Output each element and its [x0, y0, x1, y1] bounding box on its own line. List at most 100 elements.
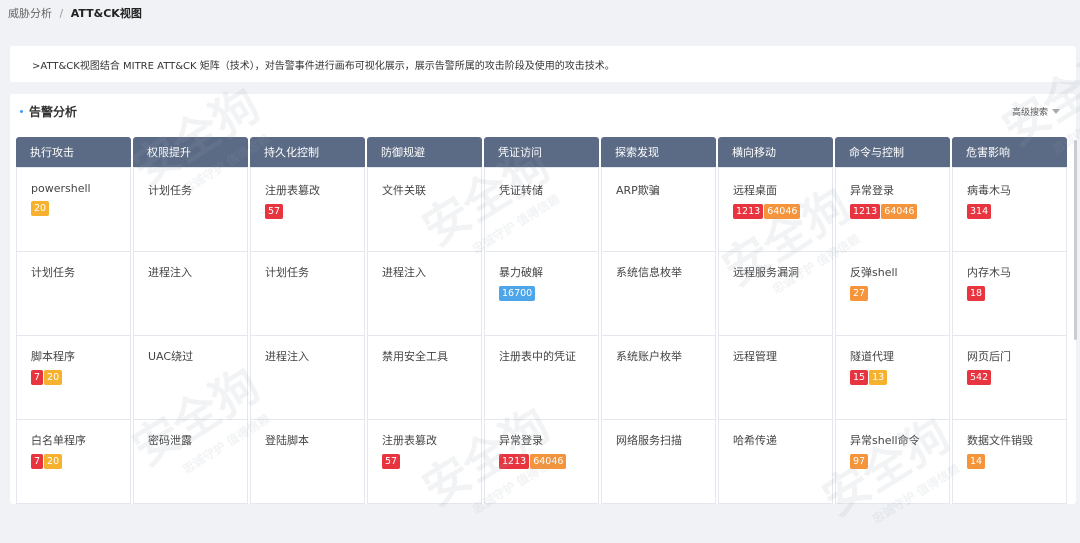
- alert-count-badge[interactable]: 7: [31, 454, 44, 469]
- technique-name: 进程注入: [382, 266, 426, 279]
- panel-header: 告警分析 高级搜索: [10, 94, 1076, 128]
- alert-count-badge[interactable]: 542: [967, 370, 992, 385]
- technique-cell[interactable]: 异常登录 1213 64046: [484, 420, 599, 504]
- technique-cell[interactable]: 计划任务: [250, 252, 365, 336]
- tactic-header: 执行攻击: [16, 137, 131, 167]
- technique-name: powershell: [31, 182, 91, 195]
- technique-cell[interactable]: 白名单程序 7 20: [16, 420, 131, 504]
- technique-cell[interactable]: 暴力破解 16700: [484, 252, 599, 336]
- technique-name: 暴力破解: [499, 266, 543, 279]
- technique-name: 反弹shell: [850, 266, 898, 279]
- technique-badges: 1213 64046: [733, 204, 832, 219]
- alert-count-badge[interactable]: 64046: [764, 204, 801, 219]
- technique-name: 网页后门: [967, 350, 1011, 363]
- alert-count-badge[interactable]: 14: [967, 454, 986, 469]
- technique-badges: 27: [850, 286, 949, 301]
- technique-badges: 57: [382, 454, 481, 469]
- breadcrumb-parent[interactable]: 威胁分析: [8, 7, 52, 20]
- technique-cell[interactable]: 进程注入: [367, 252, 482, 336]
- chevron-down-icon: [1052, 108, 1060, 114]
- technique-cell[interactable]: ARP欺骗: [601, 167, 716, 252]
- technique-badges: 314: [967, 204, 1066, 219]
- alert-count-badge[interactable]: 13: [869, 370, 888, 385]
- technique-cell[interactable]: 异常shell命令 97: [835, 420, 950, 504]
- technique-cell[interactable]: 进程注入: [250, 336, 365, 420]
- tactic-column: 执行攻击 powershell 20 计划任务 脚本程序 7 20 白名单程序 7 20: [16, 137, 131, 504]
- tactic-column: 探索发现 ARP欺骗 系统信息枚举 系统账户枚举 网络服务扫描: [601, 137, 716, 504]
- tactic-header: 凭证访问: [484, 137, 599, 167]
- technique-cell[interactable]: 注册表篡改 57: [367, 420, 482, 504]
- technique-cell[interactable]: 哈希传递: [718, 420, 833, 504]
- technique-cell[interactable]: 系统信息枚举: [601, 252, 716, 336]
- technique-badges: 7 20: [31, 370, 130, 385]
- alert-count-badge[interactable]: 16700: [499, 286, 536, 301]
- technique-badges: 18: [967, 286, 1066, 301]
- technique-name: 进程注入: [148, 266, 192, 279]
- alert-count-badge[interactable]: 64046: [881, 204, 918, 219]
- technique-cell[interactable]: 计划任务: [133, 167, 248, 252]
- alert-count-badge[interactable]: 1213: [733, 204, 764, 219]
- alert-count-badge[interactable]: 20: [44, 370, 63, 385]
- technique-cell[interactable]: 注册表篡改 57: [250, 167, 365, 252]
- alert-count-badge[interactable]: 314: [967, 204, 992, 219]
- technique-cell[interactable]: 网络服务扫描: [601, 420, 716, 504]
- alert-count-badge[interactable]: 20: [31, 201, 50, 216]
- alert-count-badge[interactable]: 97: [850, 454, 869, 469]
- technique-name: 网络服务扫描: [616, 434, 682, 447]
- technique-cell[interactable]: 隧道代理 15 13: [835, 336, 950, 420]
- technique-name: 注册表篡改: [382, 434, 437, 447]
- alert-count-badge[interactable]: 57: [382, 454, 401, 469]
- advanced-search-label: 高级搜索: [1011, 107, 1048, 118]
- tactic-column: 凭证访问 凭证转储暴力破解 16700 注册表中的凭证 异常登录 1213 64046: [484, 137, 599, 504]
- breadcrumb-separator: /: [59, 7, 64, 20]
- alert-analysis-panel: 告警分析 高级搜索 执行攻击 powershell 20 计划任务 脚本程序 7 20 白名单…: [10, 94, 1076, 504]
- title-dot-icon: [20, 109, 23, 113]
- technique-cell[interactable]: 脚本程序 7 20: [16, 336, 131, 420]
- technique-cell[interactable]: 禁用安全工具: [367, 336, 482, 420]
- alert-count-badge[interactable]: 20: [44, 454, 63, 469]
- technique-cell[interactable]: 远程服务漏洞: [718, 252, 833, 336]
- technique-cell[interactable]: 文件关联: [367, 167, 482, 252]
- alert-count-badge[interactable]: 27: [850, 286, 869, 301]
- technique-name: 计划任务: [148, 184, 192, 197]
- technique-cell[interactable]: 异常登录 1213 64046: [835, 167, 950, 252]
- tactic-header: 持久化控制: [250, 137, 365, 167]
- alert-count-badge[interactable]: 1213: [499, 454, 530, 469]
- technique-cell[interactable]: 注册表中的凭证: [484, 336, 599, 420]
- alert-count-badge[interactable]: 64046: [530, 454, 567, 469]
- technique-cell[interactable]: 远程管理: [718, 336, 833, 420]
- technique-cell[interactable]: 病毒木马 314: [952, 167, 1067, 252]
- attck-matrix: 执行攻击 powershell 20 计划任务 脚本程序 7 20 白名单程序 7 20 权限提升计…: [16, 137, 1067, 504]
- technique-badges: 57: [265, 204, 364, 219]
- technique-cell[interactable]: 登陆脚本: [250, 420, 365, 504]
- technique-cell[interactable]: 密码泄露: [133, 420, 248, 504]
- technique-badges: 1213 64046: [850, 204, 949, 219]
- technique-cell[interactable]: 计划任务: [16, 252, 131, 336]
- technique-cell[interactable]: 系统账户枚举: [601, 336, 716, 420]
- alert-count-badge[interactable]: 18: [967, 286, 986, 301]
- technique-cell[interactable]: 数据文件销毁 14: [952, 420, 1067, 504]
- technique-name: 内存木马: [967, 266, 1011, 279]
- technique-cell[interactable]: UAC绕过: [133, 336, 248, 420]
- technique-name: 系统账户枚举: [616, 350, 682, 363]
- advanced-search-button[interactable]: 高级搜索: [1012, 105, 1060, 118]
- technique-cell[interactable]: powershell 20: [16, 167, 131, 252]
- alert-count-badge[interactable]: 57: [265, 204, 284, 219]
- tactic-header: 权限提升: [133, 137, 248, 167]
- technique-name: 隧道代理: [850, 350, 894, 363]
- technique-name: 密码泄露: [148, 434, 192, 447]
- technique-cell[interactable]: 凭证转储: [484, 167, 599, 252]
- technique-cell[interactable]: 反弹shell 27: [835, 252, 950, 336]
- alert-count-badge[interactable]: 7: [31, 370, 44, 385]
- technique-cell[interactable]: 远程桌面 1213 64046: [718, 167, 833, 252]
- technique-cell[interactable]: 内存木马 18: [952, 252, 1067, 336]
- alert-count-badge[interactable]: 1213: [850, 204, 881, 219]
- vertical-scrollbar[interactable]: [1074, 140, 1077, 340]
- technique-cell[interactable]: 进程注入: [133, 252, 248, 336]
- technique-badges: 14: [967, 454, 1066, 469]
- technique-cell[interactable]: 网页后门 542: [952, 336, 1067, 420]
- alert-count-badge[interactable]: 15: [850, 370, 869, 385]
- tactic-header: 防御规避: [367, 137, 482, 167]
- technique-name: 注册表篡改: [265, 184, 320, 197]
- technique-name: 计划任务: [265, 266, 309, 279]
